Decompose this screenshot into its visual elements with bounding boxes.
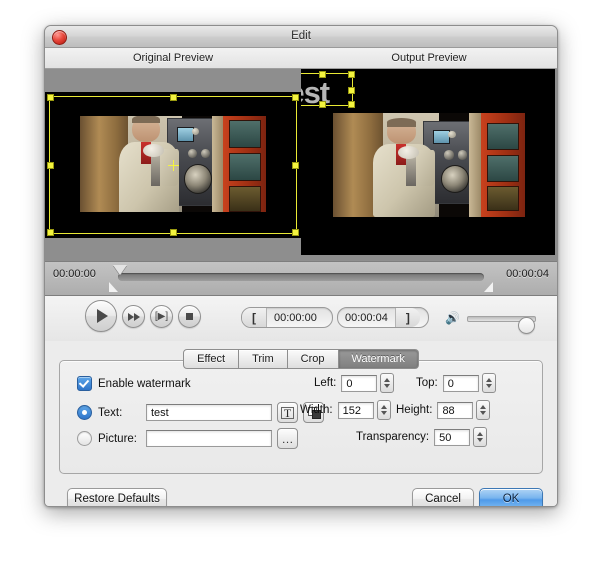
in-point-icon[interactable]: [ [242,308,267,327]
title-bar: Edit [45,26,557,48]
timeline-bar[interactable]: 00:00:00 00:00:04 [45,261,557,296]
transport-controls: [▶] [ 00:00:00 00:00:04 ] 🔊 [45,296,557,341]
height-label: Height: [396,404,433,416]
enable-watermark-row[interactable]: Enable watermark [77,376,191,391]
step-frame-button[interactable]: [▶] [150,305,173,328]
play-icon [97,309,108,323]
tab-effect[interactable]: Effect [183,349,240,369]
in-point-field[interactable]: [ 00:00:00 [241,307,333,328]
width-field-row: Width: 152 [300,400,391,420]
picture-radio[interactable] [77,431,92,446]
restore-defaults-button[interactable]: Restore Defaults [67,488,167,506]
output-video-frame [333,113,525,217]
dialog-footer: Restore Defaults Cancel OK [45,474,557,506]
height-stepper[interactable] [476,400,491,420]
width-label: Width: [300,404,333,416]
ok-button[interactable]: OK [479,488,543,506]
left-label: Left: [314,377,337,389]
enable-watermark-label: Enable watermark [98,377,191,390]
resize-handle-middle-right[interactable] [292,162,299,169]
stop-icon [186,313,193,320]
left-stepper[interactable] [380,373,395,393]
resize-handle-bottom-left[interactable] [47,229,54,236]
volume-control[interactable]: 🔊 [445,310,550,334]
tab-trim[interactable]: Trim [239,349,288,369]
width-stepper[interactable] [376,400,391,420]
out-point-value: 00:00:04 [345,311,388,324]
out-point-field[interactable]: 00:00:04 ] [337,307,429,328]
speaker-icon[interactable]: 🔊 [445,312,460,324]
crosshair-icon [168,160,179,171]
step-frame-icon: [▶] [154,310,169,322]
wm-handle-middle-right[interactable] [348,86,355,94]
cancel-button[interactable]: Cancel [412,488,474,506]
text-radio[interactable] [77,405,92,420]
resize-handle-top-center[interactable] [170,94,177,101]
ellipsis-icon: … [281,431,294,446]
resize-handle-bottom-center[interactable] [170,229,177,236]
resize-handle-top-right[interactable] [292,94,299,101]
wm-handle-top-center[interactable] [319,71,326,78]
top-input[interactable]: 0 [442,374,479,392]
tab-section: Effect Trim Crop Watermark Enable waterm… [45,341,557,474]
wm-handle-top-right[interactable] [348,71,355,78]
fast-forward-icon [127,312,140,321]
resize-handle-top-left[interactable] [47,94,54,101]
out-point-icon[interactable]: ] [394,308,420,327]
picture-radio-label: Picture: [98,432,137,445]
fast-forward-button[interactable] [122,305,145,328]
original-preview-pane[interactable] [45,69,301,261]
text-radio-label: Text: [98,406,123,419]
volume-track[interactable] [467,316,536,334]
watermark-picture-input[interactable] [146,430,272,447]
font-t-icon: T [280,406,295,419]
top-field-row: Top: 0 [416,373,496,393]
stop-button[interactable] [178,305,201,328]
preview-area: test [45,69,557,261]
transparency-input[interactable]: 50 [434,428,471,446]
volume-knob[interactable] [518,317,535,334]
font-button[interactable]: T [277,402,298,423]
timeline-track[interactable] [118,273,484,281]
transparency-label: Transparency: [356,431,430,443]
top-stepper[interactable] [481,373,496,393]
window-title: Edit [291,30,311,42]
transparency-field-row: Transparency: 50 [356,427,488,447]
height-input[interactable]: 88 [437,401,474,419]
crop-selection-rect[interactable] [47,94,299,236]
play-button[interactable] [85,300,117,332]
original-preview-label: Original Preview [132,52,214,64]
timeline-end-time: 00:00:04 [506,268,549,280]
wm-handle-bottom-center[interactable] [319,101,326,108]
width-input[interactable]: 152 [337,401,374,419]
output-preview-label: Output Preview [391,52,467,64]
timeline-start-time: 00:00:00 [53,268,96,280]
watermark-selection-rect[interactable]: test [301,71,355,109]
preview-header: Original Preview Output Preview [45,48,557,69]
resize-handle-middle-left[interactable] [47,162,54,169]
close-icon[interactable] [52,30,67,45]
picture-source-row[interactable]: Picture: … [77,428,298,449]
transparency-stepper[interactable] [473,427,488,447]
output-preview-pane[interactable]: test [301,69,557,261]
tab-crop[interactable]: Crop [287,349,339,369]
watermark-panel: Enable watermark Text: test T Picture: … [59,360,543,474]
watermark-text-input[interactable]: test [146,404,272,421]
wm-handle-bottom-right[interactable] [348,101,355,108]
left-input[interactable]: 0 [341,374,378,392]
browse-picture-button[interactable]: … [277,428,298,449]
top-label: Top: [416,377,438,389]
resize-handle-bottom-right[interactable] [292,229,299,236]
enable-watermark-checkbox[interactable] [77,376,92,391]
in-point-value: 00:00:00 [274,311,317,324]
tab-watermark[interactable]: Watermark [338,349,419,369]
trim-out-marker[interactable] [484,282,493,292]
left-field-row: Left: 0 [314,373,395,393]
timeline-playhead[interactable] [113,265,127,275]
tab-bar: Effect Trim Crop Watermark [45,349,557,369]
height-field-row: Height: 88 [396,400,491,420]
text-source-row[interactable]: Text: test T [77,402,324,423]
trim-in-marker[interactable] [109,282,118,292]
edit-window: Edit Original Preview Output Preview st … [44,25,558,507]
